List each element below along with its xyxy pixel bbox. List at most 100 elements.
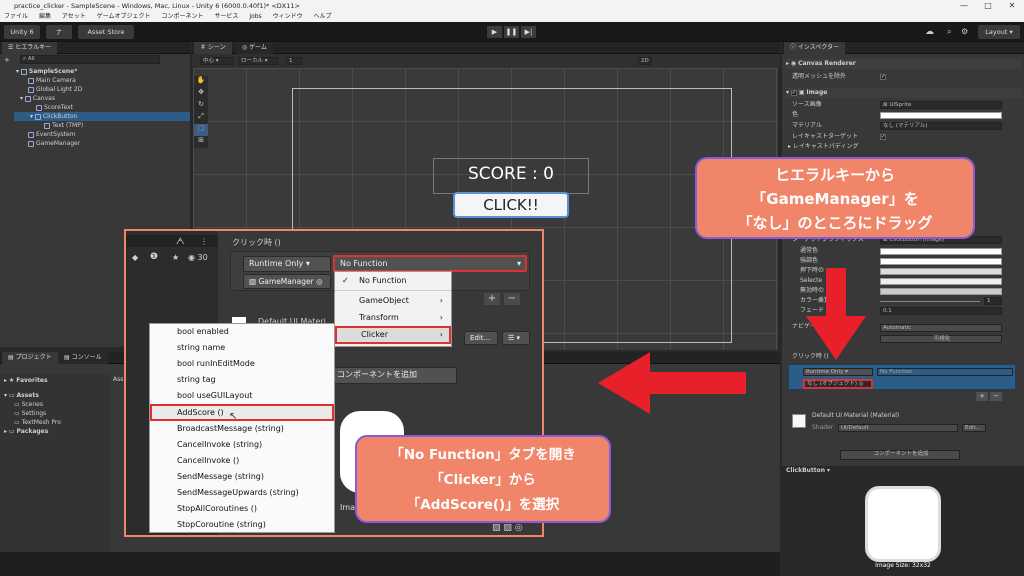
tag-icon[interactable]: ◆ — [132, 253, 138, 262]
none-object-field[interactable]: なし (オブジェクト) ◎ — [803, 379, 873, 389]
menu-edit[interactable]: 編集 — [39, 13, 51, 20]
fade-duration-field[interactable]: 0.1 — [880, 307, 1002, 315]
no-function-dropdown[interactable]: No Function — [877, 368, 1013, 376]
menu-item-sendmessageupwards[interactable]: SendMessageUpwards (string) — [150, 485, 334, 501]
star-icon[interactable]: ★ — [172, 253, 179, 262]
hierarchy-item-text-tmp[interactable]: Text (TMP) — [14, 121, 190, 130]
visualize-button[interactable]: 可視化 — [880, 335, 1002, 343]
tab-inspector[interactable]: ⓘ インスペクター — [784, 42, 846, 54]
pressed-color-field[interactable] — [880, 268, 1002, 275]
menu-gameobject[interactable]: ゲームオブジェクト — [97, 13, 151, 20]
preview-title[interactable]: ClickButton ▾ — [786, 466, 830, 476]
lock-icon[interactable]: ᗅ — [176, 237, 184, 247]
onclick-add-button[interactable]: + — [976, 392, 988, 401]
asset-store-button[interactable]: Asset Store — [78, 25, 134, 39]
color-field[interactable] — [880, 112, 1002, 119]
selected-color-field[interactable] — [880, 278, 1002, 285]
unity-account-button[interactable]: Unity 6 — [4, 25, 40, 39]
packages-item[interactable]: ▸ ▭ Packages — [0, 427, 110, 436]
hierarchy-item-main-camera[interactable]: Main Camera — [14, 76, 190, 85]
menu-item-addscore[interactable]: AddScore () — [150, 404, 334, 421]
layout-dropdown[interactable]: Layout ▾ — [978, 25, 1020, 39]
zoom-runtime-only-dropdown[interactable]: Runtime Only ▾ — [243, 256, 331, 272]
maximize-button[interactable]: □ — [976, 0, 1000, 12]
hand-tool-icon[interactable]: ✋ — [194, 76, 208, 88]
onclick-remove-button[interactable]: − — [990, 392, 1002, 401]
shader-dropdown[interactable]: UI/Default — [838, 424, 958, 432]
more-icon[interactable]: ⋮ — [200, 237, 208, 246]
highlight-color-field[interactable] — [880, 258, 1002, 265]
tab-scene[interactable]: ＃ シーン — [194, 42, 232, 54]
assets-item[interactable]: ▾ ▭ Assets — [0, 391, 110, 400]
click-button-preview[interactable]: CLICK!! — [453, 192, 569, 218]
account-button[interactable]: ナ — [46, 25, 72, 39]
image-enabled-checkbox[interactable]: ✓ — [790, 90, 797, 96]
tab-project[interactable]: ▤ プロジェクト — [2, 352, 58, 364]
favorites-item[interactable]: ▸ ★ Favorites — [0, 376, 110, 385]
folder-scenes[interactable]: ▭ Scenes — [0, 400, 110, 409]
menu-item-stopcoroutine[interactable]: StopCoroutine (string) — [150, 517, 334, 533]
navigation-dropdown[interactable]: Automatic — [880, 324, 1002, 332]
canvas-renderer-header[interactable]: ▸ ◉ Canvas Renderer — [786, 59, 1022, 69]
image-component-header[interactable]: ▾ ✓ ▣ Image — [786, 88, 1022, 98]
source-image-field[interactable]: ⊠ UISprite — [880, 101, 1002, 109]
menu-component[interactable]: コンポーネント — [161, 13, 203, 20]
add-component-button[interactable]: コンポーネントを追加 — [840, 450, 960, 460]
search-icon[interactable]: ⌕ — [947, 27, 951, 37]
hierarchy-search-input[interactable]: ⌕ All — [20, 55, 160, 64]
cloud-icon[interactable]: ☁ — [925, 27, 934, 37]
transform-tool-icon[interactable]: ⊞ — [194, 136, 208, 148]
hierarchy-item-canvas[interactable]: ▾ Canvas — [14, 94, 190, 103]
menu-item-cancelinvoke-string[interactable]: CancelInvoke (string) — [150, 437, 334, 453]
hierarchy-item-clickbutton[interactable]: ▾ ClickButton — [14, 112, 190, 121]
hierarchy-item-eventsystem[interactable]: EventSystem — [14, 130, 190, 139]
tab-game[interactable]: ◎ ゲーム — [236, 42, 273, 54]
disabled-color-field[interactable] — [880, 288, 1002, 295]
rotate-tool-icon[interactable]: ↻ — [194, 100, 208, 112]
zoom-list-button[interactable]: ☰ ▾ — [502, 331, 530, 345]
menu-item-bool-useguilayout[interactable]: bool useGUILayout — [150, 388, 334, 404]
menu-item-clicker[interactable]: Clicker › — [335, 326, 451, 344]
color-multiplier-value[interactable]: 1 — [984, 297, 1002, 305]
menu-item-stopallcoroutines[interactable]: StopAllCoroutines () — [150, 501, 334, 517]
snap-field[interactable]: 1 — [286, 57, 302, 65]
material-field[interactable]: なし (マテリアル) — [880, 122, 1002, 130]
close-button[interactable]: ✕ — [1000, 0, 1024, 12]
menu-item-sendmessage[interactable]: SendMessage (string) — [150, 469, 334, 485]
menu-assets[interactable]: アセット — [62, 13, 86, 20]
cull-transparent-checkbox[interactable]: ✓ — [880, 74, 886, 80]
hierarchy-item-samplescene[interactable]: ▾ SampleScene* — [14, 67, 190, 76]
menu-item-cancelinvoke[interactable]: CancelInvoke () — [150, 453, 334, 469]
menu-item-string-tag[interactable]: string tag — [150, 372, 334, 388]
menu-item-transform[interactable]: Transform › — [335, 309, 451, 326]
hierarchy-item-scoretext[interactable]: ScoreText — [14, 103, 190, 112]
zoom-add-button[interactable]: + — [484, 293, 500, 305]
menu-item-gameobject[interactable]: GameObject › — [335, 292, 451, 309]
color-multiplier-slider[interactable] — [880, 301, 980, 302]
tab-console[interactable]: ▤ コンソール — [58, 352, 108, 364]
scale-tool-icon[interactable]: ⤢ — [194, 112, 208, 124]
mode-2d-toggle[interactable]: 2D — [638, 57, 652, 65]
menu-services[interactable]: サービス — [214, 13, 238, 20]
add-icon[interactable]: + — [4, 56, 12, 64]
raycast-padding-foldout[interactable]: ▸ レイキャストパディング — [788, 142, 859, 152]
step-button[interactable]: ▶| — [521, 26, 536, 38]
folder-textmeshpro[interactable]: ▭ TextMesh Pro — [0, 418, 110, 427]
menu-item-string-name[interactable]: string name — [150, 340, 334, 356]
move-tool-icon[interactable]: ✥ — [194, 88, 208, 100]
zoom-no-function-dropdown[interactable]: No Function ▾ — [333, 255, 527, 272]
menu-help[interactable]: ヘルプ — [314, 13, 332, 20]
folder-settings[interactable]: ▭ Settings — [0, 409, 110, 418]
score-text[interactable]: SCORE : 0 — [433, 158, 589, 194]
tab-hierarchy[interactable]: ☰ ヒエラルキー — [2, 42, 58, 54]
zoom-edit-button[interactable]: Edit... — [464, 331, 498, 345]
normal-color-field[interactable] — [880, 248, 1002, 255]
minimize-button[interactable]: — — [952, 0, 976, 12]
pivot-dropdown[interactable]: 中心 ▾ — [200, 57, 234, 65]
pause-button[interactable]: ❚❚ — [504, 26, 519, 38]
hierarchy-item-global-light[interactable]: Global Light 2D — [14, 85, 190, 94]
menu-item-bool-runineditmode[interactable]: bool runInEditMode — [150, 356, 334, 372]
shader-edit-button[interactable]: Edit... — [962, 424, 986, 432]
warning-icon[interactable]: ❶ — [150, 252, 158, 262]
zoom-add-component-button[interactable]: コンポーネントを追加 — [331, 367, 457, 384]
